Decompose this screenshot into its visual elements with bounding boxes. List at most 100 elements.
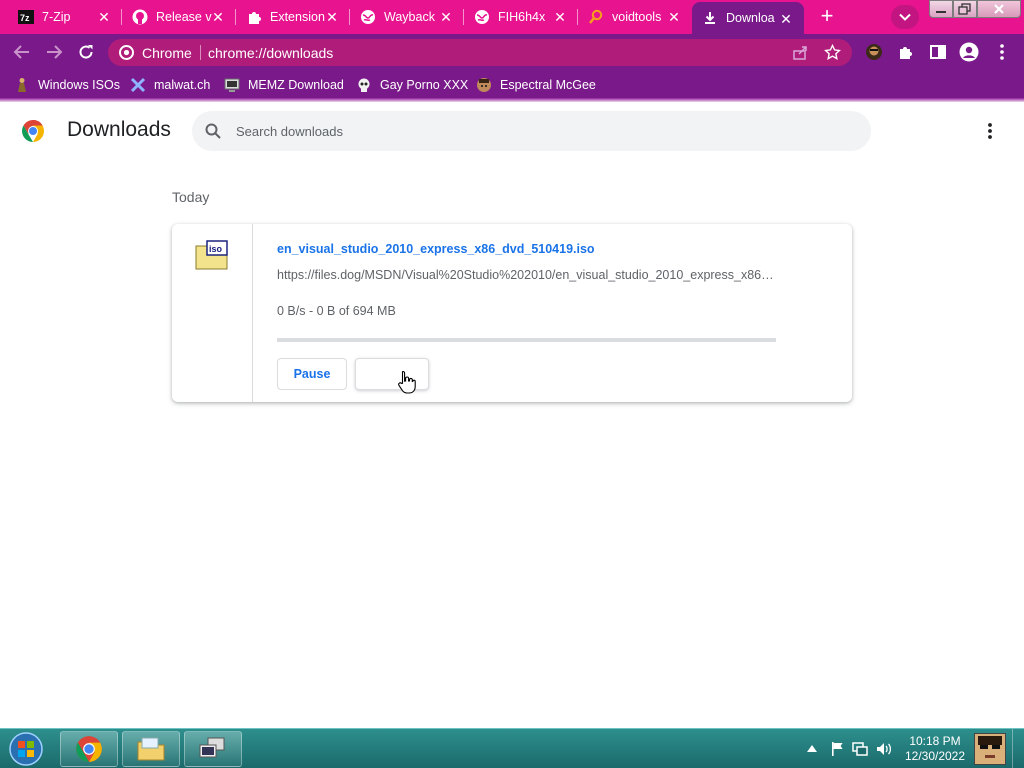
forward-button[interactable] xyxy=(44,42,64,62)
chrome-logo-icon xyxy=(22,120,44,142)
github-icon xyxy=(132,9,148,25)
download-icon xyxy=(702,10,718,26)
volume-icon[interactable] xyxy=(875,740,893,758)
magnifier-icon xyxy=(588,9,604,25)
close-icon[interactable]: ✕ xyxy=(210,9,226,25)
globe-icon xyxy=(360,9,376,25)
download-status: 0 B/s - 0 B of 694 MB xyxy=(277,304,396,318)
close-icon xyxy=(994,4,1004,14)
file-name-link[interactable]: en_visual_studio_2010_express_x86_dvd_51… xyxy=(277,242,595,256)
new-tab-button[interactable]: + xyxy=(814,4,840,30)
close-icon[interactable]: ✕ xyxy=(438,9,454,25)
clock-time: 10:18 PM xyxy=(909,734,961,748)
show-desktop-button[interactable] xyxy=(1012,729,1024,768)
bookmark-memz[interactable]: MEMZ Download xyxy=(224,76,344,94)
downloads-menu-button[interactable] xyxy=(980,121,1000,141)
iso-file-icon: iso xyxy=(195,240,228,270)
start-button[interactable] xyxy=(6,731,46,767)
triangle-up-icon xyxy=(807,745,817,752)
file-url[interactable]: https://files.dog/MSDN/Visual%20Studio%2… xyxy=(277,268,777,282)
address-bar[interactable]: Chrome chrome://downloads xyxy=(108,39,852,66)
chrome-icon xyxy=(119,45,134,60)
tab-release[interactable]: Release v ✕ xyxy=(122,0,236,34)
toolbar: Chrome chrome://downloads xyxy=(0,34,1024,70)
download-item: iso en_visual_studio_2010_express_x86_dv… xyxy=(172,224,852,402)
close-icon[interactable]: ✕ xyxy=(324,9,340,25)
tab-extension[interactable]: Extension ✕ xyxy=(236,0,350,34)
show-hidden-icons-button[interactable] xyxy=(806,740,818,758)
kebab-menu-icon xyxy=(988,123,992,139)
close-icon[interactable]: ✕ xyxy=(96,9,112,25)
taskbar-chrome[interactable] xyxy=(60,731,118,767)
hand-cursor-icon xyxy=(398,370,416,394)
bookmark-malwatch[interactable]: malwat.ch xyxy=(130,76,210,94)
taskbar: 10:18 PM 12/30/2022 xyxy=(0,728,1024,768)
pause-button[interactable]: Pause xyxy=(277,358,347,390)
folder-icon xyxy=(137,737,165,761)
seven-zip-icon: 7z xyxy=(18,9,34,25)
search-icon xyxy=(205,123,221,139)
svg-text:iso: iso xyxy=(209,244,223,254)
account-icon xyxy=(959,42,979,62)
progress-bar xyxy=(277,338,776,342)
face-icon xyxy=(476,77,492,93)
back-button[interactable] xyxy=(12,42,32,62)
svg-text:7z: 7z xyxy=(20,13,30,23)
search-bar[interactable] xyxy=(192,111,871,151)
tab-fih6h4x[interactable]: FIH6h4x ✕ xyxy=(464,0,578,34)
tab-7zip[interactable]: 7z 7-Zip ✕ xyxy=(8,0,122,34)
account-button[interactable] xyxy=(959,42,979,62)
taskbar-explorer[interactable] xyxy=(122,731,180,767)
minimize-icon xyxy=(936,11,946,13)
bookmarks-bar: Windows ISOs malwat.ch MEMZ Download Gay… xyxy=(0,70,1024,98)
network-icon[interactable] xyxy=(851,740,869,758)
bookmark-espectral[interactable]: Espectral McGee xyxy=(476,76,596,94)
kebab-menu-icon xyxy=(1000,44,1004,60)
arrow-right-icon xyxy=(47,45,63,59)
close-icon[interactable]: ✕ xyxy=(666,9,682,25)
side-panel-icon xyxy=(930,45,946,59)
clock[interactable]: 10:18 PM 12/30/2022 xyxy=(896,734,974,764)
search-input[interactable] xyxy=(236,121,836,141)
side-panel-button[interactable] xyxy=(928,42,948,62)
bookmark-windows-isos[interactable]: Windows ISOs xyxy=(14,76,120,94)
avatar-icon xyxy=(866,44,882,60)
profile-extension-button[interactable] xyxy=(864,42,884,62)
tab-voidtools[interactable]: voidtools ✕ xyxy=(578,0,692,34)
tab-downloads[interactable]: Downloa ✕ xyxy=(692,2,804,34)
reload-button[interactable] xyxy=(76,42,96,62)
x-icon xyxy=(130,77,146,93)
action-center-icon[interactable] xyxy=(828,740,846,758)
url-text[interactable]: chrome://downloads xyxy=(208,45,333,61)
computer-icon xyxy=(199,737,225,758)
extensions-button[interactable] xyxy=(896,42,916,62)
page-title: Downloads xyxy=(67,118,171,141)
reload-icon xyxy=(79,45,93,59)
tab-strip: 7z 7-Zip ✕ Release v ✕ Extension ✕ Wayba… xyxy=(0,0,1024,34)
tab-search-button[interactable] xyxy=(891,5,919,29)
chevron-down-icon xyxy=(899,13,911,21)
site-label: Chrome xyxy=(142,45,192,61)
chrome-icon xyxy=(76,736,102,762)
skull-icon xyxy=(356,77,372,93)
minimize-button[interactable] xyxy=(929,0,953,18)
star-icon[interactable] xyxy=(824,44,841,61)
close-window-button[interactable] xyxy=(977,0,1021,18)
taskbar-network-app[interactable] xyxy=(184,731,242,767)
avatar-icon xyxy=(975,734,1005,764)
globe-icon xyxy=(474,9,490,25)
bookmark-skull[interactable]: Gay Porno XXX xyxy=(356,76,468,94)
close-icon[interactable]: ✕ xyxy=(778,11,794,27)
maximize-button[interactable] xyxy=(953,0,977,18)
puzzle-icon xyxy=(246,9,262,25)
cancel-button[interactable] xyxy=(355,358,429,390)
monitor-icon xyxy=(224,77,240,93)
close-icon[interactable]: ✕ xyxy=(552,9,568,25)
clock-date: 12/30/2022 xyxy=(904,749,966,763)
restore-icon xyxy=(958,3,971,15)
section-heading: Today xyxy=(172,189,210,205)
share-icon[interactable] xyxy=(792,44,809,61)
user-avatar[interactable] xyxy=(974,733,1006,765)
chrome-menu-button[interactable] xyxy=(992,42,1012,62)
tab-wayback[interactable]: Wayback ✕ xyxy=(350,0,464,34)
